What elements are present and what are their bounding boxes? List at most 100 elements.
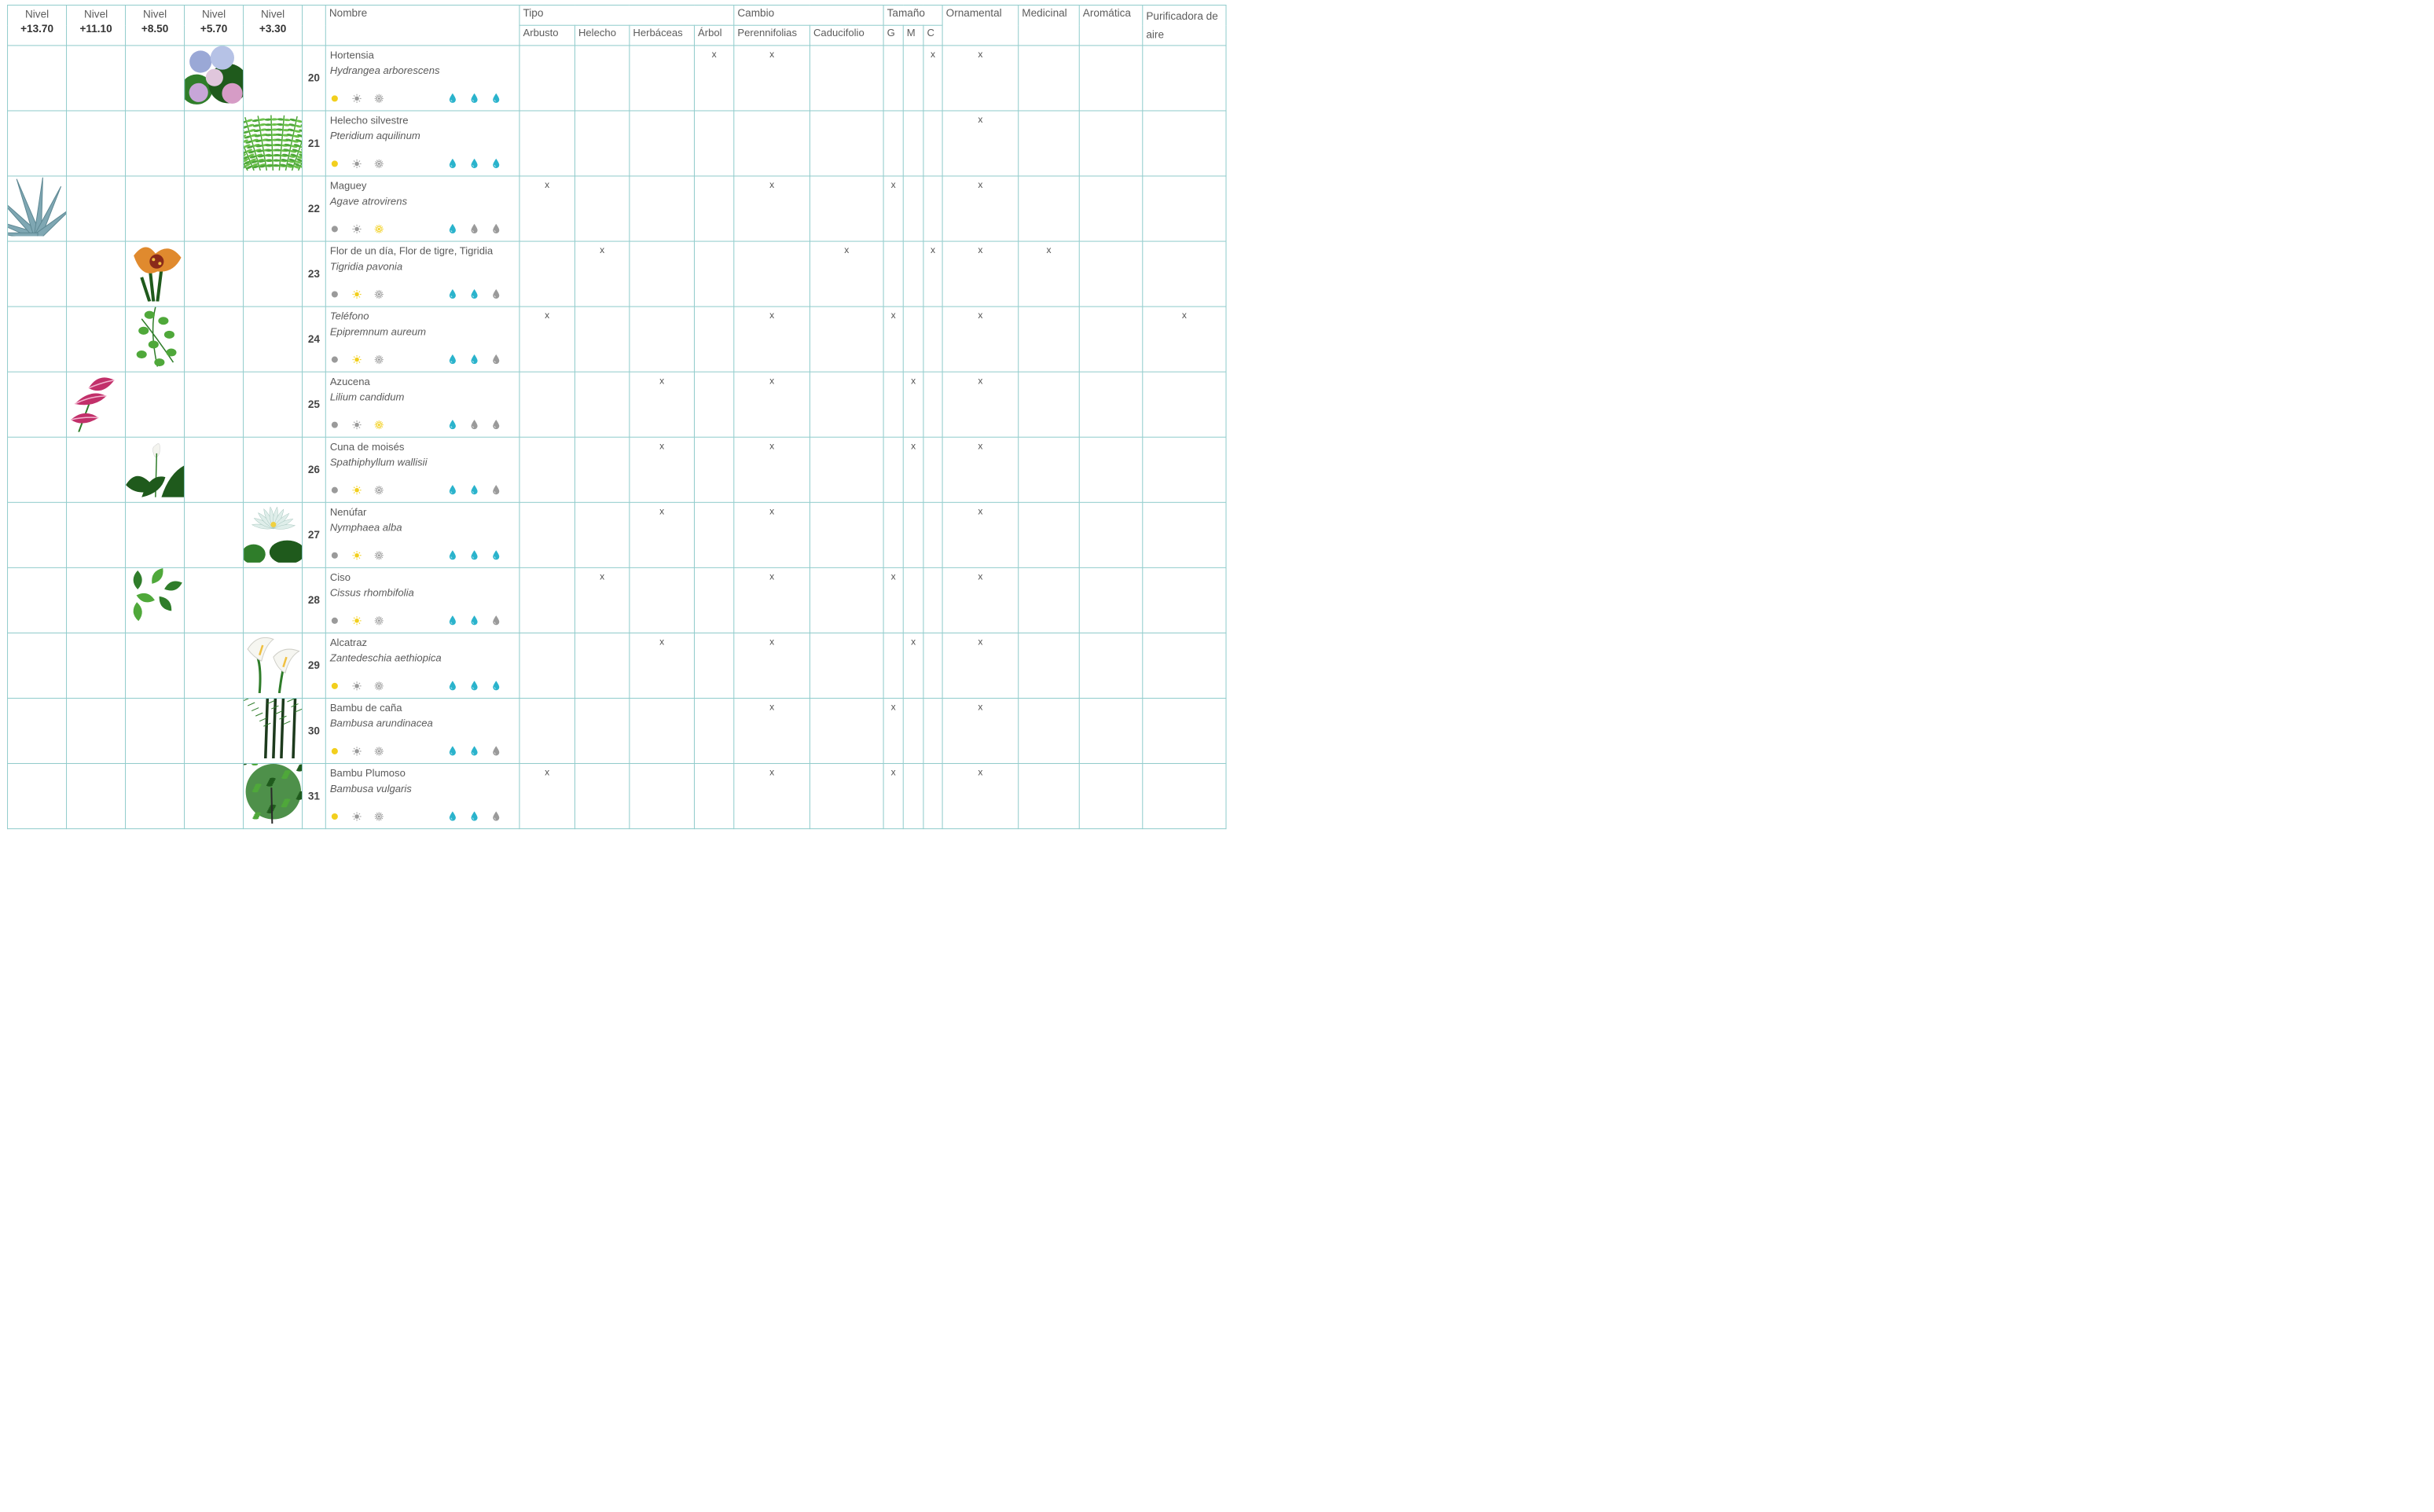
mark-arbusto [519,371,575,438]
x-mark: x [911,636,916,648]
care-icons [330,158,516,168]
x-mark: x [978,179,983,191]
mark-aromatica [1078,501,1144,568]
full-sun-icon [374,94,384,103]
mark-purificadora [1142,567,1227,633]
level-cell [184,436,244,503]
name-cell: Alcatraz Zantedeschia aethiopica [325,632,520,699]
mark-arbol: x [693,45,735,112]
shade-icon [330,355,340,365]
mark-arbol [693,697,735,765]
mark-ornamental: x [942,567,1019,633]
level-cell [66,306,127,372]
level-cell [184,110,244,177]
x-mark: x [978,636,983,648]
level-cell [243,567,303,633]
mark-arbusto: x [519,306,575,372]
common-name: Alcatraz [329,636,368,649]
water-drop-icon [492,811,501,821]
water-drop-icon [471,223,479,234]
mark-arbol [693,240,735,307]
level-cell [7,632,68,699]
level-cell [243,763,303,830]
water-drop-icon [492,550,501,560]
pothos-image [136,307,177,367]
mark-helecho: x [574,240,630,307]
level-cell [125,632,185,699]
mark-arbusto [519,632,575,699]
tigridia-image [134,247,182,302]
level-cell [7,501,68,568]
mark-purificadora [1142,175,1227,242]
mark-medicinal [1018,501,1080,568]
x-mark: x [978,505,983,517]
mark-ornamental: x [942,436,1019,503]
mark-helecho [574,697,630,765]
plant-row: 22 Maguey Agave atrovirens x x x x [7,175,1227,242]
mark-helecho [574,110,630,177]
mark-g: x [883,175,904,242]
shade-icon [330,747,340,756]
mark-g [883,371,904,438]
x-mark: x [978,49,983,61]
row-number: 21 [302,110,326,177]
level-cell [125,240,185,307]
name-cell: Azucena Lilium candidum [325,371,520,438]
plant-row: 27 Nenúfar Nymphaea alba x x x [7,501,1227,568]
x-mark: x [769,636,775,648]
water-drop-icon [492,93,501,103]
common-name: Bambu de caña [329,702,402,714]
water-drop-icon [471,550,479,560]
x-mark: x [769,440,775,452]
level-cell [7,763,68,830]
mark-g [883,632,904,699]
level-cell [243,45,303,112]
x-mark: x [844,244,850,256]
level-cell [243,436,303,503]
mark-c [923,306,943,372]
plant-row: 24 Teléfono Epipremnum aureum x x x x x [7,306,1227,372]
full-sun-icon [374,616,384,626]
mark-purificadora [1142,501,1227,568]
plant-row: 30 Bambu de caña Bambusa arundinacea x x x [7,697,1227,765]
mark-helecho [574,436,630,503]
mark-herbaceas: x [629,501,695,568]
shade-icon [330,812,340,821]
x-mark: x [978,244,983,256]
common-name: Ciso [329,571,351,583]
mark-purificadora [1142,763,1227,830]
water-drop-icon [449,158,457,168]
mark-perennifolias: x [733,436,810,503]
mark-herbaceas [629,45,695,112]
mark-aromatica [1078,436,1144,503]
common-name: Hortensia [329,49,374,61]
name-cell: Hortensia Hydrangea arborescens [325,45,520,112]
x-mark: x [890,702,896,713]
mark-helecho [574,175,630,242]
level-cell [243,175,303,242]
row-number: 30 [302,697,326,765]
name-cell: Ciso Cissus rhombifolia [325,567,520,633]
scientific-name: Nymphaea alba [329,521,402,534]
level-cell [243,501,303,568]
row-number: 26 [302,436,326,503]
level-cell [184,306,244,372]
x-mark: x [659,375,665,387]
common-name: Helecho silvestre [329,114,409,127]
mark-caducifolio [809,501,884,568]
row-number: 29 [302,632,326,699]
full-sun-icon [374,224,384,234]
mark-g [883,45,904,112]
mark-arbol [693,306,735,372]
level-cell [125,371,185,438]
level-cell [184,697,244,765]
common-name: Teléfono [329,310,369,322]
plant-row: 31 Bambu Plumoso Bambusa vulgaris x x x x [7,763,1227,830]
herbaceas-header: Herbáceas [629,24,695,46]
level-cell [184,175,244,242]
x-mark: x [978,767,983,778]
mark-aromatica [1078,175,1144,242]
mark-c [923,110,943,177]
level-cell [125,763,185,830]
mark-c [923,371,943,438]
